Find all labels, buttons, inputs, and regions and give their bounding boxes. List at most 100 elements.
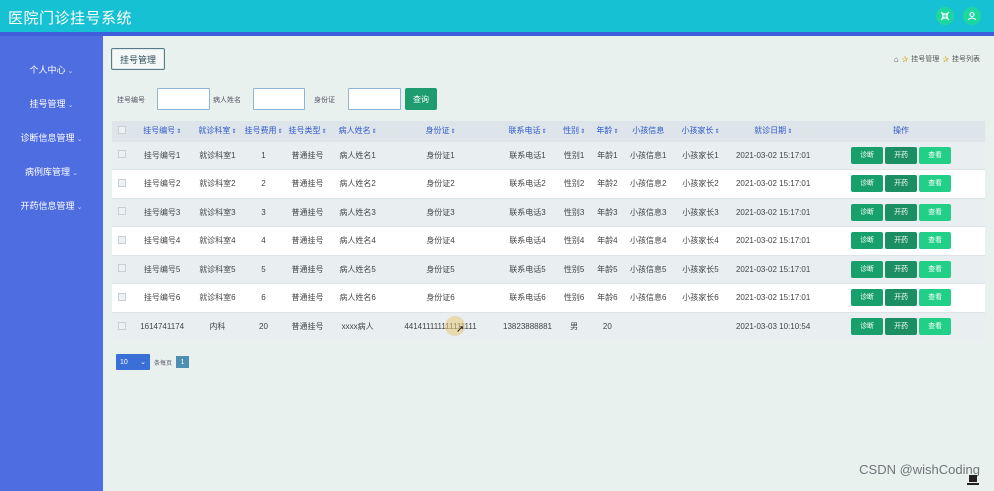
row-checkbox[interactable] — [112, 140, 133, 170]
column-header-label: 操作 — [893, 126, 910, 136]
chevron-down-icon: ⌄ — [76, 204, 83, 211]
sort-icon[interactable]: ⇕ — [580, 129, 585, 135]
table-row[interactable]: 1614741174 内科 20 普通挂号 xxxx病人 4414111111111111… — [112, 311, 985, 341]
prescribe-button[interactable]: 开药 — [885, 318, 918, 335]
app-title: 医院门诊挂号系统 — [8, 10, 133, 27]
table-row[interactable]: 挂号编号4 就诊科室4 4 普通挂号 病人姓名4 身份证4 联系电话4 性别4 年龄4 小孩信息4… — [112, 226, 985, 255]
table-cell: 挂号编号3 — [132, 197, 192, 227]
table-row[interactable]: 挂号编号5 就诊科室5 5 普通挂号 病人姓名5 身份证5 联系电话5 性别5 年龄5 小孩信息5… — [112, 254, 985, 284]
view-button[interactable]: 查看 — [919, 146, 952, 164]
sort-icon[interactable]: ⇕ — [176, 129, 181, 135]
prescribe-button[interactable]: 开药 — [885, 260, 918, 278]
table-row[interactable]: 挂号编号2 就诊科室2 2 普通挂号 病人姓名2 身份证2 联系电话2 性别2 年龄2 小孩信息2… — [112, 169, 985, 198]
sort-icon[interactable]: ⇕ — [542, 129, 547, 135]
diagnose-button[interactable]: 诊断 — [851, 175, 884, 193]
sidebar-item-registration[interactable]: 挂号管理 ⌄ — [0, 97, 103, 110]
table-cell: 20 — [589, 311, 625, 341]
table-cell: 年龄4 — [589, 226, 625, 255]
page-number-button[interactable]: 1 — [176, 356, 190, 368]
table-cell: 1614741174 — [132, 311, 192, 341]
table-cell: 普通挂号 — [283, 197, 332, 227]
prescribe-button[interactable]: 开药 — [885, 146, 918, 164]
table-cell: 1 — [243, 140, 284, 170]
query-button[interactable]: 查询 — [405, 88, 437, 110]
diagnose-button[interactable]: 诊断 — [851, 203, 884, 221]
table-row[interactable]: 挂号编号6 就诊科室6 6 普通挂号 病人姓名6 身份证6 联系电话6 性别6 年龄6 小孩信息6… — [112, 283, 985, 312]
prescribe-button[interactable]: 开药 — [885, 203, 918, 221]
column-header[interactable]: 就诊科室⇕ — [191, 121, 243, 141]
row-checkbox[interactable] — [112, 254, 133, 284]
registration-no-input[interactable] — [157, 88, 210, 110]
watermark-logo-icon — [967, 475, 979, 485]
sort-icon[interactable]: ⇕ — [231, 129, 236, 135]
sort-icon[interactable]: ⇕ — [613, 129, 618, 135]
column-header[interactable]: 挂号编号⇕ — [132, 121, 192, 141]
diagnose-button[interactable]: 诊断 — [851, 260, 884, 278]
table-row[interactable]: 挂号编号1 就诊科室1 1 普通挂号 病人姓名1 身份证1 联系电话1 性别1 年龄1 小孩信息1… — [112, 140, 985, 170]
home-icon[interactable]: ⌂ — [894, 55, 899, 64]
table-cell: 身份证3 — [384, 197, 497, 227]
user-icon[interactable] — [963, 7, 981, 25]
view-button[interactable]: 查看 — [919, 318, 952, 335]
table-cell: 男 — [558, 311, 590, 341]
sort-icon[interactable]: ⇕ — [787, 129, 792, 135]
prescribe-button[interactable]: 开药 — [885, 232, 918, 250]
row-checkbox[interactable] — [112, 283, 133, 312]
row-checkbox[interactable] — [112, 311, 133, 341]
table-cell: 病人姓名5 — [331, 254, 385, 284]
column-header[interactable]: 挂号费用⇕ — [243, 121, 284, 141]
diagnose-button[interactable]: 诊断 — [851, 289, 884, 307]
table-cell: 性别4 — [558, 226, 590, 255]
view-button[interactable]: 查看 — [919, 232, 952, 250]
diagnose-button[interactable]: 诊断 — [851, 232, 884, 250]
table-cell: 联系电话4 — [496, 226, 559, 255]
sidebar-item-label: 开药信息管理 — [20, 201, 75, 211]
prescribe-button[interactable]: 开药 — [885, 175, 918, 193]
page-size-select[interactable]: 10 ⌄ — [116, 354, 150, 370]
view-button[interactable]: 查看 — [919, 175, 952, 193]
column-header[interactable]: 小孩家长⇕ — [671, 121, 730, 141]
view-button[interactable]: 查看 — [919, 203, 952, 221]
registration-no-label: 挂号编号 — [117, 97, 145, 104]
column-header[interactable]: 挂号类型⇕ — [283, 121, 332, 141]
column-header[interactable]: 性别⇕ — [558, 121, 590, 141]
table-cell: 2 — [243, 169, 284, 198]
table-row[interactable]: 挂号编号3 就诊科室3 3 普通挂号 病人姓名3 身份证3 联系电话3 性别3 年龄3 小孩信息3… — [112, 197, 985, 227]
row-checkbox[interactable] — [112, 197, 133, 227]
select-all-checkbox[interactable] — [112, 121, 133, 141]
sort-icon[interactable]: ⇕ — [714, 129, 719, 135]
diagnose-button[interactable]: 诊断 — [851, 318, 884, 335]
column-header[interactable]: 联系电话⇕ — [496, 121, 559, 141]
table-cell: 2021-03-02 15:17:01 — [729, 197, 818, 227]
column-header[interactable]: 年龄⇕ — [589, 121, 625, 141]
sort-icon[interactable]: ⇕ — [372, 129, 377, 135]
tab-registration[interactable]: 挂号管理 — [111, 48, 165, 70]
column-header[interactable]: 身份证⇕ — [384, 121, 497, 141]
table-cell: 挂号编号1 — [132, 140, 192, 170]
chevron-down-icon: ⌄ — [140, 359, 146, 366]
sidebar-item-label: 挂号管理 — [29, 99, 66, 109]
table-cell: 小孩家长2 — [671, 169, 730, 198]
view-button[interactable]: 查看 — [919, 260, 952, 278]
table-cell: 小孩家长1 — [671, 140, 730, 170]
view-button[interactable]: 查看 — [919, 289, 952, 307]
prescribe-button[interactable]: 开药 — [885, 289, 918, 307]
id-card-input[interactable] — [348, 88, 401, 110]
row-checkbox[interactable] — [112, 226, 133, 255]
sidebar-item-diagnosis[interactable]: 诊断信息管理 ⌄ — [0, 131, 103, 144]
sort-icon[interactable]: ⇕ — [451, 129, 456, 135]
patient-name-input[interactable] — [253, 88, 305, 110]
sort-icon[interactable]: ⇕ — [321, 129, 326, 135]
sidebar-item-personal-center[interactable]: 个人中心 ⌄ — [0, 63, 103, 76]
sort-icon[interactable]: ⇕ — [277, 129, 282, 135]
row-checkbox[interactable] — [112, 169, 133, 198]
breadcrumb-item[interactable]: 挂号管理 — [911, 54, 939, 64]
sidebar-item-prescription[interactable]: 开药信息管理 ⌄ — [0, 199, 103, 212]
table-cell: 小孩信息1 — [624, 140, 672, 170]
diagnose-button[interactable]: 诊断 — [851, 146, 884, 164]
sidebar-item-case-library[interactable]: 病例库管理 ⌄ — [0, 165, 103, 178]
column-header[interactable]: 病人姓名⇕ — [331, 121, 385, 141]
table-cell: 病人姓名4 — [331, 226, 385, 255]
shrink-icon[interactable] — [936, 7, 954, 25]
column-header[interactable]: 就诊日期⇕ — [729, 121, 818, 141]
